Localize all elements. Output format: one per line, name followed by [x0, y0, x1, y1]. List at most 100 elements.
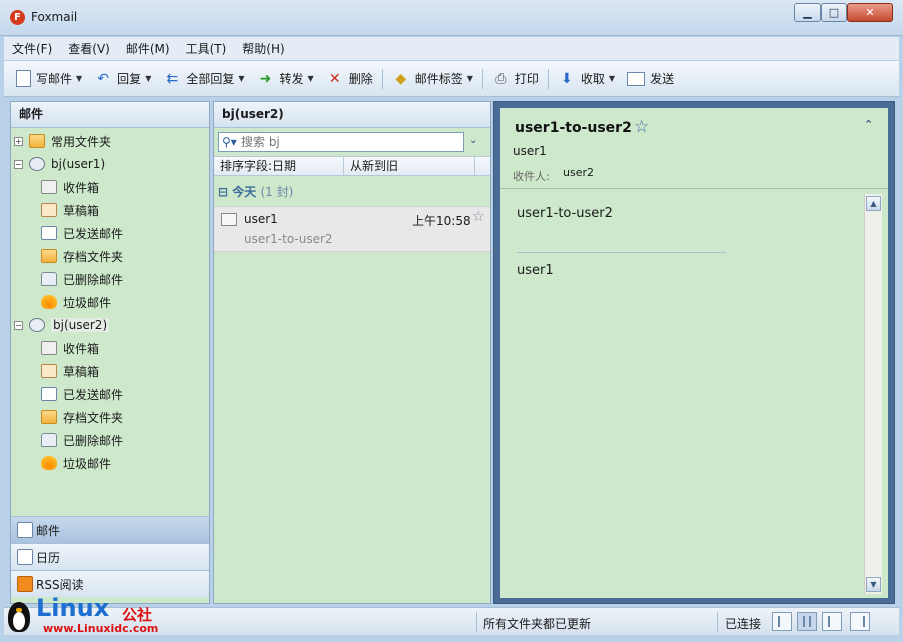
maximize-button[interactable]: □ [821, 3, 847, 22]
envelope-open-icon [221, 213, 237, 226]
header-divider [500, 188, 888, 189]
print-button[interactable]: ⎙ 打印 [486, 66, 545, 92]
expand-search-icon[interactable]: ⌄ [469, 135, 477, 146]
tree-item-deleted[interactable]: 已删除邮件 [41, 430, 123, 450]
tree-item-account-user2[interactable]: − bj(user2) [14, 315, 110, 335]
search-input[interactable] [241, 135, 441, 149]
tree-item-junk[interactable]: 垃圾邮件 [41, 292, 111, 312]
tree-item-drafts[interactable]: 草稿箱 [41, 361, 99, 381]
trash-icon [41, 272, 57, 286]
vertical-scrollbar[interactable]: ▲ ▼ [864, 194, 882, 594]
scroll-up-icon[interactable]: ▲ [866, 196, 881, 211]
reply-icon: ↶ [97, 70, 110, 87]
close-button[interactable]: ✕ [847, 3, 893, 22]
chevron-down-icon[interactable]: ▼ [609, 74, 615, 83]
sort-bar: 排序字段:日期 从新到旧 [214, 156, 490, 176]
reply-all-label: 全部回复 [186, 72, 235, 86]
layout-list-only-button[interactable] [772, 612, 792, 631]
send-button[interactable]: 发送 [621, 66, 680, 92]
menu-mail[interactable]: 邮件(M) [118, 40, 178, 57]
chevron-down-icon[interactable]: ▼ [467, 74, 473, 83]
nav-calendar[interactable]: 日历 [11, 543, 209, 570]
menu-tools[interactable]: 工具(T) [178, 40, 235, 57]
menu-help[interactable]: 帮助(H) [234, 40, 292, 57]
tree-item-archive[interactable]: 存档文件夹 [41, 407, 123, 427]
message-list-pane: bj(user2) ⚲▾ ⌄ 排序字段:日期 从新到旧 ⊟ 今天 (1 封) u… [213, 101, 491, 604]
search-icon[interactable]: ⚲▾ [219, 135, 241, 149]
tree-item-junk[interactable]: 垃圾邮件 [41, 453, 111, 473]
status-divider [476, 612, 477, 632]
layout-preview-bottom-button[interactable] [822, 612, 842, 631]
expand-icon[interactable]: + [14, 136, 23, 146]
chevron-down-icon[interactable]: ▼ [308, 74, 314, 83]
layout-no-preview-button[interactable] [850, 612, 870, 631]
watermark-brand: Linux [36, 594, 110, 622]
message-sender: user1 [244, 212, 278, 226]
reply-all-button[interactable]: ⇇ 全部回复 ▼ [157, 66, 250, 92]
reading-sender[interactable]: user1 [513, 144, 547, 158]
collapse-icon[interactable]: − [14, 320, 23, 330]
folder-icon [41, 249, 57, 263]
chevron-down-icon[interactable]: ▼ [76, 74, 82, 83]
tree-item-drafts[interactable]: 草稿箱 [41, 200, 99, 220]
tree-item-inbox[interactable]: 收件箱 [41, 338, 99, 358]
reply-button[interactable]: ↶ 回复 ▼ [88, 66, 157, 92]
star-icon[interactable]: ☆ [472, 209, 485, 225]
search-box[interactable]: ⚲▾ [218, 132, 464, 152]
folder-pane-header: 邮件 [11, 102, 209, 128]
tree-item-account-user1[interactable]: − bj(user1) [14, 154, 105, 174]
tree-item-common-folders[interactable]: + 常用文件夹 [14, 131, 111, 151]
tags-button[interactable]: ◆ 邮件标签 ▼ [386, 66, 479, 92]
compose-label: 写邮件 [36, 72, 73, 86]
scroll-down-icon[interactable]: ▼ [866, 577, 881, 592]
foxmail-logo-icon: F [10, 10, 25, 25]
tree-item-sent[interactable]: 已发送邮件 [41, 384, 123, 404]
forward-label: 转发 [279, 72, 304, 86]
message-row[interactable]: user1 上午10:58 ☆ user1-to-user2 [214, 206, 490, 252]
tree-item-deleted[interactable]: 已删除邮件 [41, 269, 123, 289]
folder-icon [29, 134, 45, 148]
collapse-icon[interactable]: ⊟ [218, 185, 228, 199]
mail-icon [17, 522, 33, 538]
tree-item-inbox[interactable]: 收件箱 [41, 177, 99, 197]
drafts-icon [41, 203, 57, 217]
inbox-icon [41, 180, 57, 194]
menu-file[interactable]: 文件(F) [4, 40, 60, 57]
star-icon[interactable]: ☆ [634, 117, 649, 137]
body-divider [517, 252, 726, 253]
tree-label: 垃圾邮件 [63, 456, 112, 471]
connection-status: 已连接 [725, 617, 762, 631]
menu-view[interactable]: 查看(V) [60, 40, 118, 57]
forward-button[interactable]: ➜ 转发 ▼ [251, 66, 320, 92]
title-bar: F Foxmail ▁ □ ✕ [0, 0, 903, 36]
chevron-down-icon[interactable]: ▼ [145, 74, 151, 83]
nav-mail[interactable]: 邮件 [11, 516, 209, 543]
toolbar-divider [481, 68, 483, 89]
collapse-header-icon[interactable]: ⌃ [864, 118, 873, 131]
calendar-icon [17, 549, 33, 565]
send-label: 发送 [650, 72, 675, 86]
print-label: 打印 [514, 72, 539, 86]
tree-item-sent[interactable]: 已发送邮件 [41, 223, 123, 243]
delete-button[interactable]: ✕ 删除 [320, 66, 379, 92]
collapse-icon[interactable]: − [14, 159, 23, 169]
sent-icon [41, 226, 57, 240]
tree-label: 已删除邮件 [63, 433, 124, 448]
body-subject: user1-to-user2 [517, 206, 613, 221]
nav-rss[interactable]: RSS阅读 [11, 570, 209, 597]
sort-order[interactable]: 从新到旧 [344, 157, 475, 175]
layout-three-column-button[interactable] [797, 612, 817, 631]
send-icon [627, 71, 646, 86]
receive-button[interactable]: ⬇ 收取 ▼ [552, 66, 621, 92]
status-divider [717, 612, 718, 632]
watermark: Linux 公社 www.Linuxidc.com [5, 594, 185, 640]
tree-item-archive[interactable]: 存档文件夹 [41, 246, 123, 266]
reading-recipient[interactable]: user2 [563, 166, 594, 179]
minimize-button[interactable]: ▁ [794, 3, 821, 22]
group-label: 今天 [232, 185, 257, 199]
date-group-today[interactable]: ⊟ 今天 (1 封) [218, 183, 293, 200]
compose-button[interactable]: 写邮件 ▼ [10, 66, 88, 92]
chevron-down-icon[interactable]: ▼ [238, 74, 244, 83]
nav-label: 邮件 [36, 523, 61, 538]
sort-field[interactable]: 排序字段:日期 [214, 157, 344, 175]
